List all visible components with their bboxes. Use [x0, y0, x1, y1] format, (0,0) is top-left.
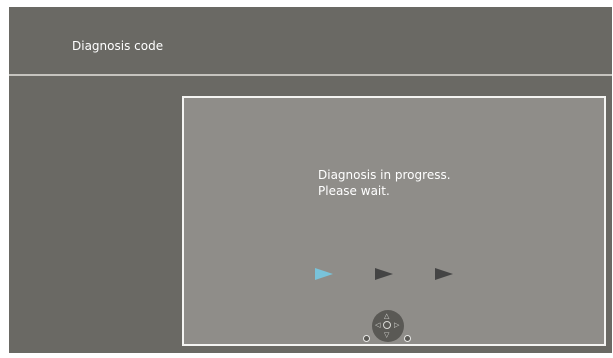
dpad-icon[interactable]: △ ◁ ▷ ▽	[372, 310, 404, 342]
header-bar: Diagnosis code	[9, 7, 612, 76]
dpad-center-icon[interactable]	[383, 321, 391, 329]
dpad-down-icon[interactable]: ▽	[384, 332, 389, 339]
right-button-dot-icon[interactable]	[404, 335, 411, 342]
status-message-line-1: Diagnosis in progress.	[318, 168, 451, 182]
diagnosis-panel: Diagnosis in progress. Please wait. △ ◁ …	[182, 96, 606, 346]
dpad-left-icon[interactable]: ◁	[375, 322, 380, 329]
status-message-line-2: Please wait.	[318, 184, 390, 198]
progress-arrow-2-icon	[375, 268, 393, 280]
status-message: Diagnosis in progress. Please wait.	[318, 167, 451, 199]
diagnosis-screen: Diagnosis code Diagnosis in progress. Pl…	[9, 7, 612, 353]
left-button-dot-icon[interactable]	[363, 335, 370, 342]
dpad-right-icon[interactable]: ▷	[394, 322, 399, 329]
progress-arrow-3-icon	[435, 268, 453, 280]
progress-arrow-1-icon	[315, 268, 333, 280]
header-divider	[9, 74, 612, 76]
page-title: Diagnosis code	[72, 39, 164, 53]
dpad-up-icon[interactable]: △	[384, 313, 389, 320]
